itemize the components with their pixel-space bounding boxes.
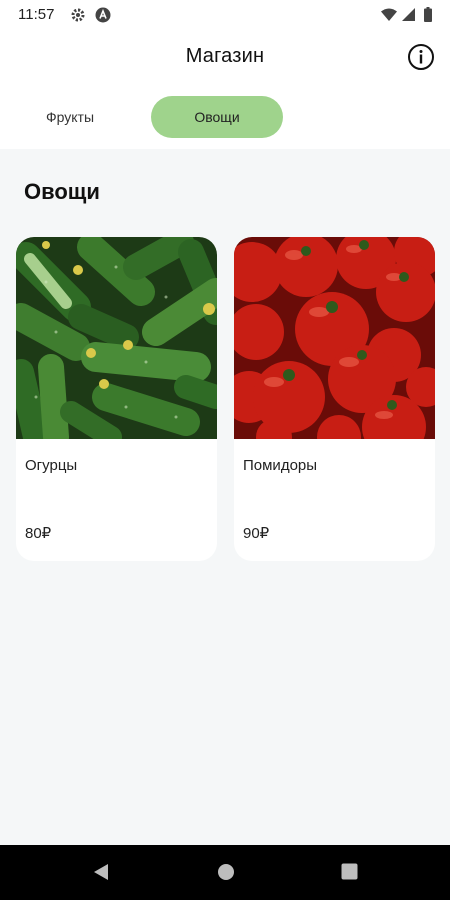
status-time: 11:57	[18, 6, 55, 23]
tab-fruits[interactable]: Фрукты	[6, 96, 134, 138]
system-nav-bar	[0, 845, 450, 900]
product-price: 90₽	[243, 525, 270, 542]
tomatoes-photo	[234, 237, 435, 459]
home-icon[interactable]	[217, 863, 235, 886]
battery-icon	[424, 7, 432, 27]
tab-vegetables[interactable]: Овощи	[151, 96, 283, 138]
recents-icon[interactable]	[341, 863, 358, 885]
back-icon[interactable]	[92, 863, 110, 886]
status-bar: 11:57	[0, 0, 450, 30]
product-name: Помидоры	[243, 457, 318, 474]
info-icon[interactable]	[407, 43, 435, 71]
signal-icon	[402, 8, 415, 26]
app-notification-icon	[95, 7, 111, 28]
product-card-tomatoes[interactable]: Помидоры 90₽	[234, 237, 435, 561]
category-tabs: Фрукты Овощи	[0, 86, 450, 149]
product-name: Огурцы	[25, 457, 78, 474]
app-bar: Магазин	[0, 30, 450, 86]
product-section: Овощи Огурцы 80₽ Помидоры 90₽	[0, 149, 450, 845]
wifi-icon	[381, 8, 397, 26]
product-price: 80₽	[25, 525, 52, 542]
product-card-cucumbers[interactable]: Огурцы 80₽	[16, 237, 217, 561]
settings-icon	[70, 7, 86, 28]
cucumbers-photo	[16, 237, 217, 450]
section-title: Овощи	[24, 179, 100, 204]
page-title: Магазин	[185, 45, 265, 67]
